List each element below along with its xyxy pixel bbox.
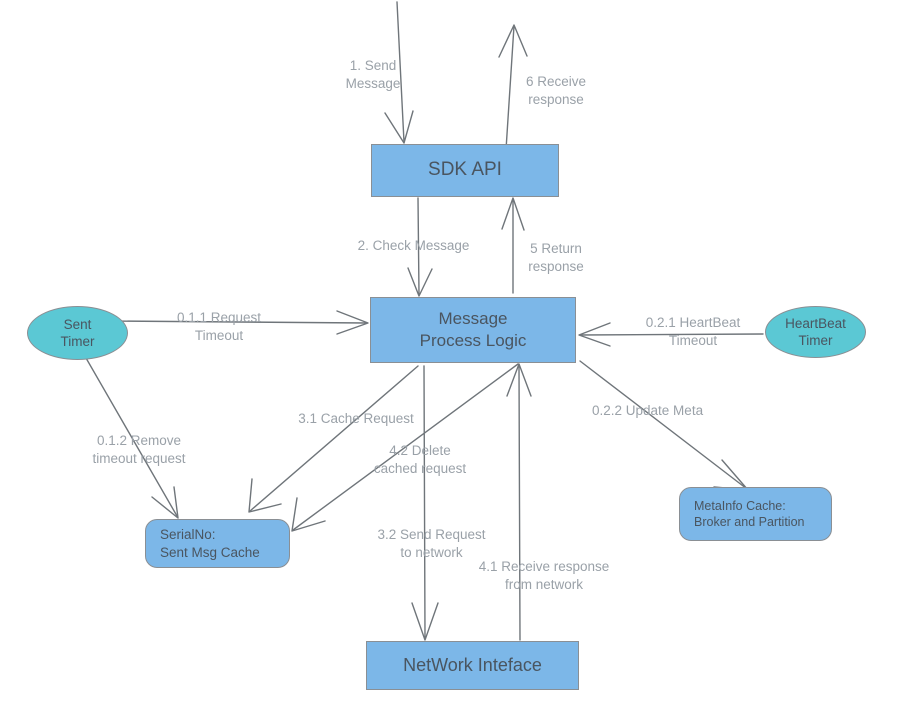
diagram-canvas: SDK API Message Process Logic NetWork In… [0, 0, 903, 715]
edge-label-3-1-cache-request: 3.1 Cache Request [298, 411, 414, 426]
edge-label-4-2-delete-cached-request: 4.2 Delete cached request [373, 443, 467, 476]
node-message-process-logic-label: Message Process Logic [419, 309, 527, 350]
node-message-process-logic[interactable]: Message Process Logic [370, 297, 576, 363]
edge-label-0-1-2-remove-timeout-request: 0.1.2 Remove timeout request [92, 433, 186, 466]
node-metainfo-cache[interactable]: MetaInfo Cache: Broker and Partition [679, 487, 832, 541]
edge-label-4-1-receive-response-from-network: 4.1 Receive response from network [478, 559, 610, 592]
edge-3-1-cache-request [248, 365, 419, 513]
edge-label-0-2-2-update-meta: 0.2.2 Update Meta [592, 403, 704, 418]
edge-0-2-2-update-meta [579, 360, 749, 491]
edge-label-3-2-send-request-to-network: 3.2 Send Request to network [377, 527, 486, 560]
edge-label-1-send-message: 1. Send Message [345, 58, 401, 91]
edge-label-6-receive-response: 6 Receive response [525, 74, 587, 107]
edge-label-2-check-message: 2. Check Message [357, 238, 470, 253]
node-network-interface-label: NetWork Inteface [403, 654, 542, 675]
node-metainfo-cache-label: MetaInfo Cache: Broker and Partition [694, 499, 805, 529]
edge-3-2-send-request-to-network [411, 365, 439, 641]
node-sent-msg-cache-label: SerialNo: Sent Msg Cache [160, 527, 260, 560]
node-heartbeat-timer[interactable]: HeartBeat Timer [765, 306, 866, 358]
node-sdk-api-label: SDK API [428, 159, 502, 181]
edge-4-1-receive-response-from-network [506, 363, 532, 641]
node-sent-msg-cache[interactable]: SerialNo: Sent Msg Cache [145, 519, 290, 568]
node-heartbeat-timer-label: HeartBeat Timer [785, 315, 846, 348]
edge-label-5-return-response: 5 Return response [528, 241, 584, 274]
edge-label-0-1-1-request-timeout: 0.1.1 Request Timeout [176, 310, 262, 343]
node-sent-timer-label: Sent Timer [60, 316, 95, 349]
node-network-interface[interactable]: NetWork Inteface [366, 641, 579, 690]
edge-label-0-2-1-heartbeat-timeout: 0.2.1 HeartBeat Timeout [645, 315, 741, 348]
node-sent-timer[interactable]: Sent Timer [27, 306, 128, 360]
node-sdk-api[interactable]: SDK API [371, 144, 559, 197]
